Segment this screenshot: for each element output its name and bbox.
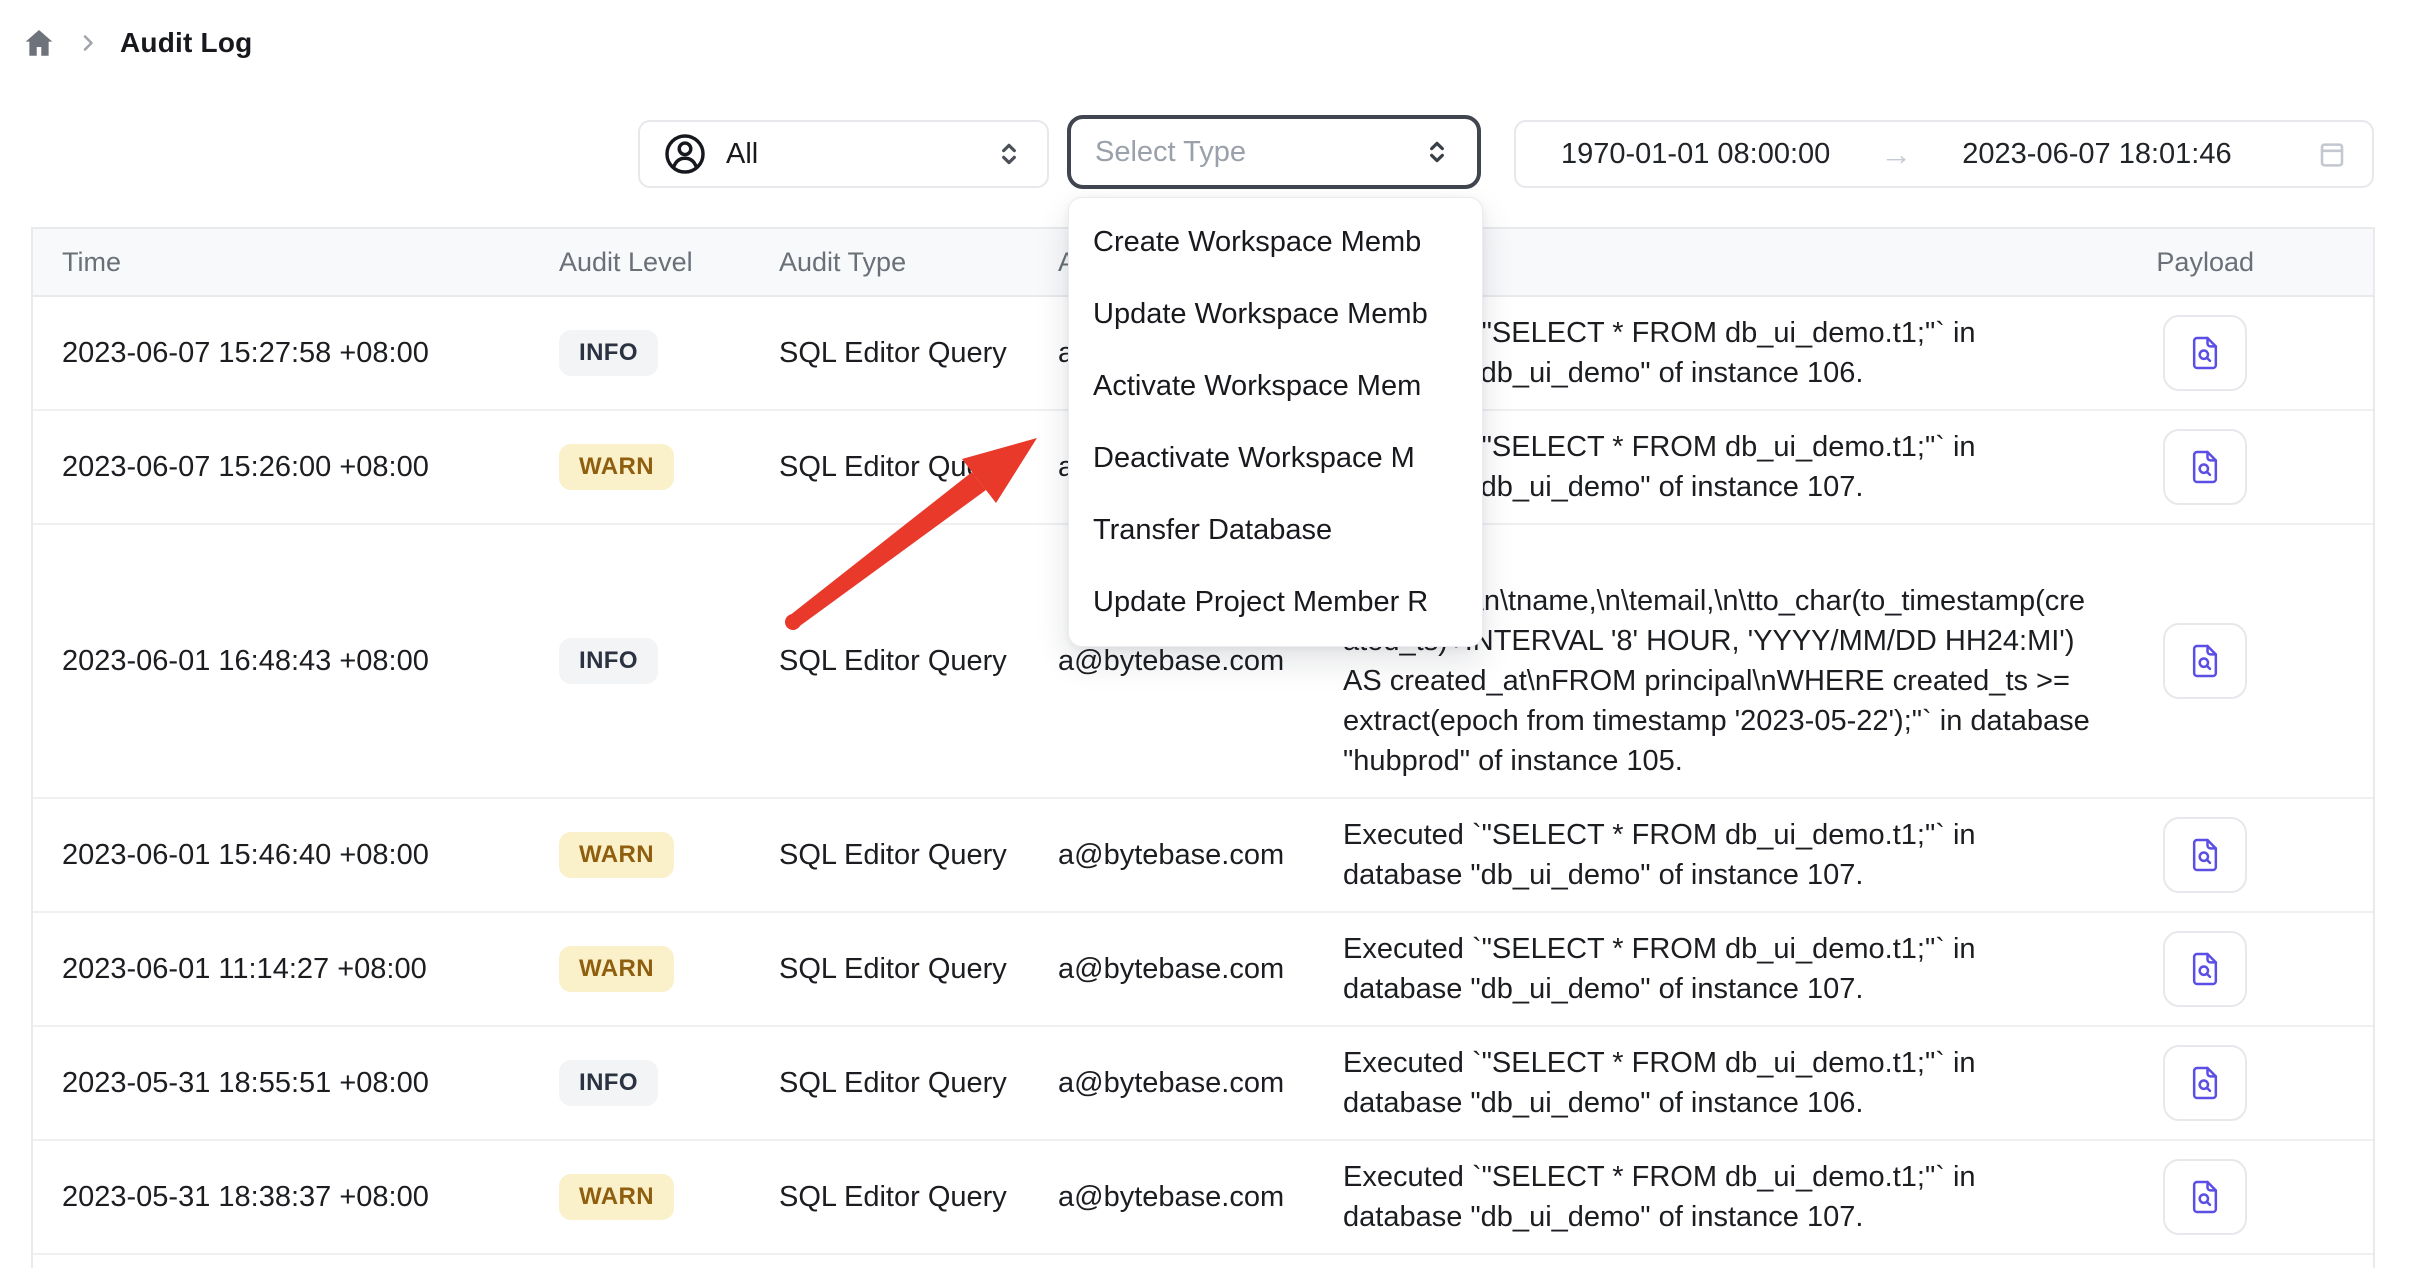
- calendar-icon[interactable]: [2316, 138, 2348, 170]
- cell-time: 2023-05-31 18:55:51 +08:00: [33, 1067, 559, 1100]
- select-chevrons-icon: [1421, 136, 1453, 168]
- view-payload-button[interactable]: [2163, 1159, 2247, 1235]
- cell-actor: a@bytebase.com: [1058, 953, 1343, 986]
- menu-item-transfer-database[interactable]: Transfer Database: [1069, 494, 1482, 566]
- view-payload-button[interactable]: [2163, 931, 2247, 1007]
- status-badge: WARN: [559, 946, 674, 992]
- type-filter-placeholder: Select Type: [1095, 136, 1246, 169]
- header-audit-level: Audit Level: [559, 247, 779, 278]
- cell-time: 2023-06-07 15:26:00 +08:00: [33, 451, 559, 484]
- status-badge: INFO: [559, 330, 658, 376]
- document-search-icon: [2185, 1175, 2225, 1219]
- cell-time: 2023-06-01 15:46:40 +08:00: [33, 839, 559, 872]
- header-time: Time: [33, 247, 559, 278]
- date-range-picker[interactable]: 1970-01-01 08:00:00 → 2023-06-07 18:01:4…: [1514, 120, 2374, 188]
- cell-time: 2023-06-01 16:48:43 +08:00: [33, 645, 559, 678]
- cell-comment: Executed `"SELECT * FROM db_ui_demo.t1;"…: [1343, 913, 2093, 1025]
- status-badge: WARN: [559, 444, 674, 490]
- cell-actor: a@bytebase.com: [1058, 839, 1343, 872]
- view-payload-button[interactable]: [2163, 315, 2247, 391]
- document-search-icon: [2185, 947, 2225, 991]
- cell-audit-type: SQL Editor Query: [779, 337, 1058, 370]
- cell-audit-type: SQL Editor Query: [779, 953, 1058, 986]
- status-badge: INFO: [559, 1060, 658, 1106]
- view-payload-button[interactable]: [2163, 429, 2247, 505]
- menu-item-activate-workspace-member[interactable]: Activate Workspace Mem: [1069, 350, 1482, 422]
- actor-filter-value: All: [726, 138, 758, 171]
- cell-comment: Executed `"SELECT * FROM db_ui_demo.t1;"…: [1343, 1027, 2093, 1139]
- document-search-icon: [2185, 639, 2225, 683]
- cell-actor: a@bytebase.com: [1058, 645, 1343, 678]
- menu-item-update-project-member-role[interactable]: Update Project Member R: [1069, 566, 1482, 638]
- select-chevrons-icon: [993, 138, 1025, 170]
- table-row: 2023-05-31 18:38:37 +08:00 WARN SQL Edit…: [33, 1141, 2373, 1255]
- menu-item-update-workspace-member[interactable]: Update Workspace Memb: [1069, 278, 1482, 350]
- header-payload: Payload: [2120, 247, 2373, 278]
- cell-audit-type: SQL Editor Query: [779, 645, 1058, 678]
- table-row: 2023-05-31 18:55:51 +08:00 INFO SQL Edit…: [33, 1027, 2373, 1141]
- cell-comment: Executed `"SELECT * FROM db_ui_demo.t1;"…: [1343, 1141, 2093, 1253]
- cell-time: 2023-06-07 15:27:58 +08:00: [33, 337, 559, 370]
- breadcrumb: Audit Log: [22, 26, 252, 60]
- cell-actor: a@bytebase.com: [1058, 1067, 1343, 1100]
- cell-comment: Executed `"SELECT * FROM db_ui_demo.t1;"…: [1343, 799, 2093, 911]
- cell-time: 2023-05-31 18:38:37 +08:00: [33, 1181, 559, 1214]
- menu-item-deactivate-workspace-member[interactable]: Deactivate Workspace M: [1069, 422, 1482, 494]
- cell-audit-type: SQL Editor Query: [779, 1181, 1058, 1214]
- view-payload-button[interactable]: [2163, 623, 2247, 699]
- table-row: 2023-06-01 15:46:40 +08:00 WARN SQL Edit…: [33, 799, 2373, 913]
- cell-actor: a@bytebase.com: [1058, 1181, 1343, 1214]
- chevron-right-icon: [76, 31, 100, 55]
- actor-filter-select[interactable]: All: [638, 120, 1049, 188]
- date-range-end[interactable]: 2023-06-07 18:01:46: [1962, 138, 2231, 171]
- document-search-icon: [2185, 331, 2225, 375]
- date-range-start[interactable]: 1970-01-01 08:00:00: [1561, 138, 1830, 171]
- document-search-icon: [2185, 1061, 2225, 1105]
- table-row: 2023-06-01 11:14:27 +08:00 WARN SQL Edit…: [33, 913, 2373, 1027]
- cell-audit-type: SQL Editor Query: [779, 1067, 1058, 1100]
- status-badge: WARN: [559, 1174, 674, 1220]
- type-dropdown-menu: Create Workspace Memb Update Workspace M…: [1068, 197, 1483, 647]
- user-circle-icon: [662, 131, 708, 177]
- type-filter-select[interactable]: Select Type: [1067, 115, 1481, 189]
- view-payload-button[interactable]: [2163, 817, 2247, 893]
- page-title: Audit Log: [120, 27, 252, 59]
- document-search-icon: [2185, 445, 2225, 489]
- menu-item-create-workspace-member[interactable]: Create Workspace Memb: [1069, 206, 1482, 278]
- document-search-icon: [2185, 833, 2225, 877]
- cell-time: 2023-06-01 11:14:27 +08:00: [33, 953, 559, 986]
- range-arrow-icon: →: [1880, 138, 1912, 170]
- home-icon[interactable]: [22, 26, 56, 60]
- status-badge: WARN: [559, 832, 674, 878]
- cell-audit-type: SQL Editor Query: [779, 839, 1058, 872]
- header-audit-type: Audit Type: [779, 247, 1058, 278]
- cell-audit-type: SQL Editor Query: [779, 451, 1058, 484]
- status-badge: INFO: [559, 638, 658, 684]
- view-payload-button[interactable]: [2163, 1045, 2247, 1121]
